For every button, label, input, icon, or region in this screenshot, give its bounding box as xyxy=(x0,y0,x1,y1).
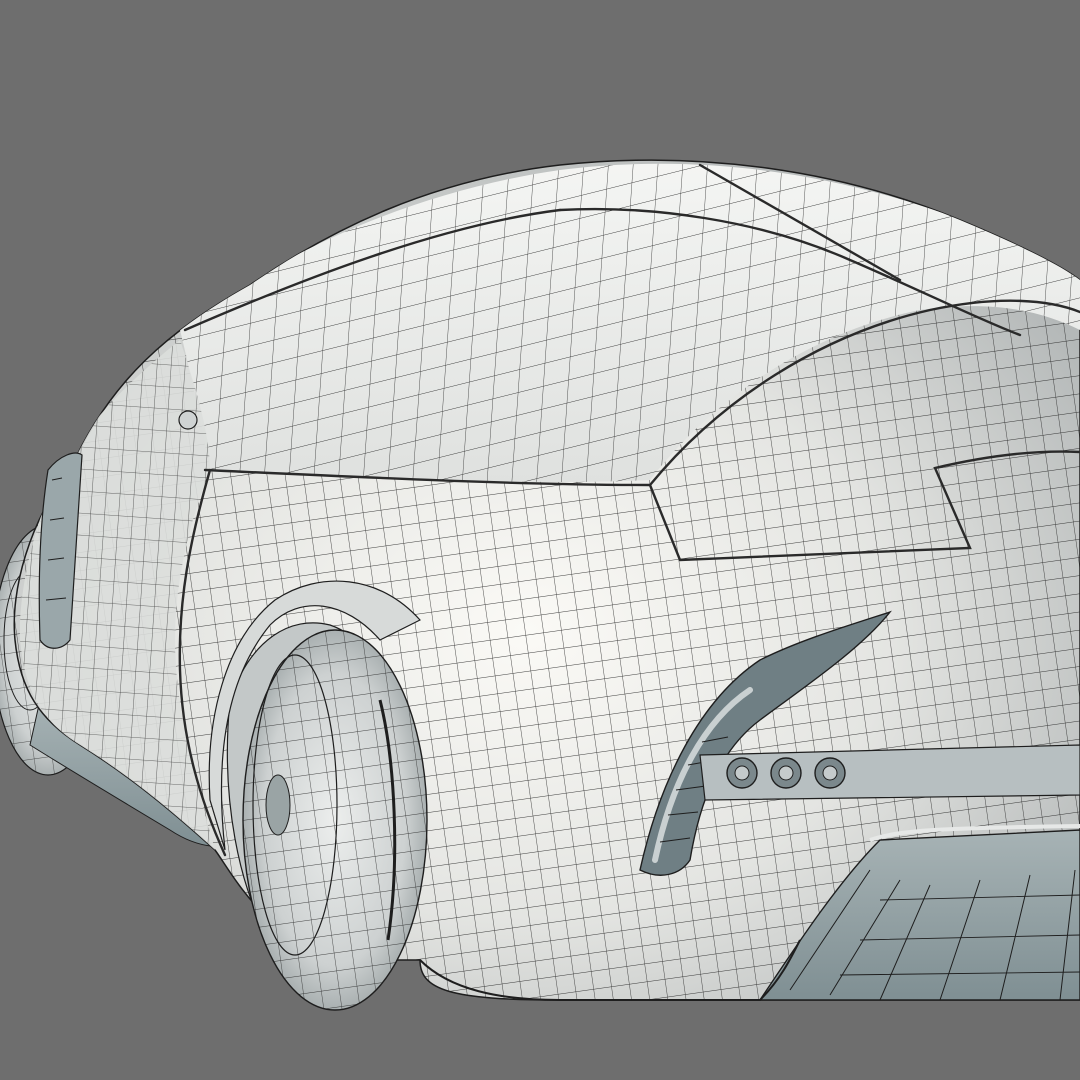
tail-light-lamps xyxy=(726,757,846,789)
side-badge xyxy=(178,410,198,430)
render-viewport xyxy=(0,0,1080,1080)
car-wireframe-render xyxy=(0,0,1080,1080)
